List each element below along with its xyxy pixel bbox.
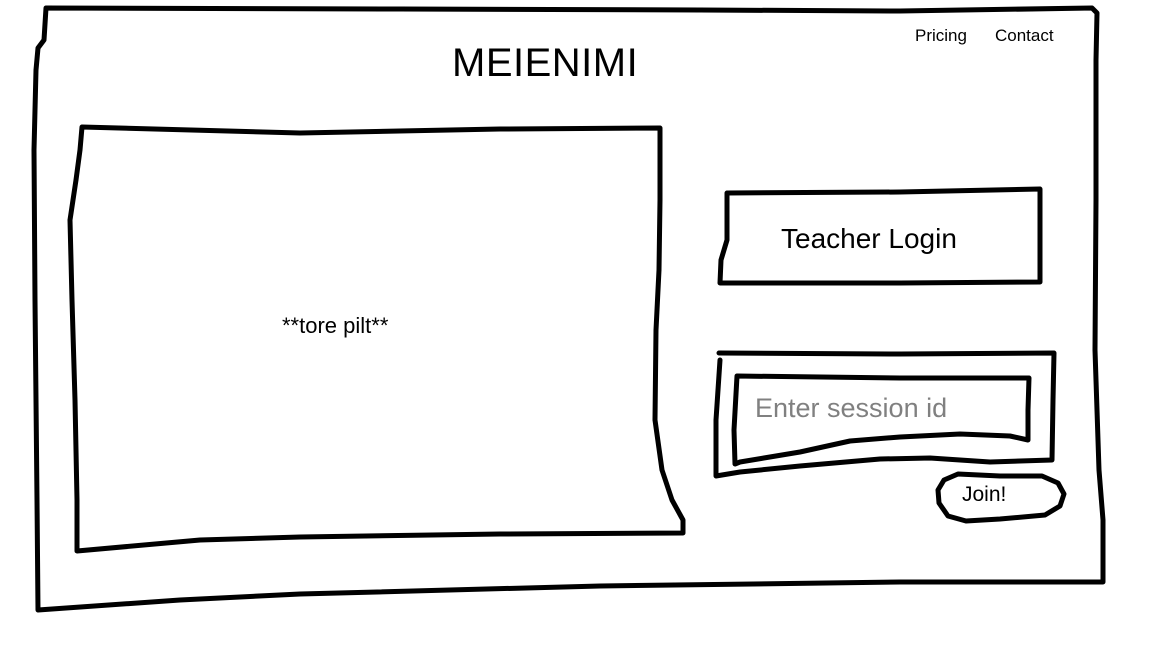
nav-link-pricing[interactable]: Pricing — [915, 27, 967, 44]
site-title: MEIENIMI — [452, 41, 639, 85]
nav-link-contact[interactable]: Contact — [995, 27, 1054, 44]
image-placeholder-outline — [67, 124, 686, 554]
sketch-outlines — [31, 5, 1106, 613]
image-placeholder-label: **tore pilt** — [282, 313, 389, 338]
teacher-login-label: Teacher Login — [781, 223, 957, 254]
page-frame-outline — [31, 5, 1106, 613]
join-button-label: Join! — [962, 483, 1007, 506]
session-id-input[interactable] — [745, 385, 1033, 431]
